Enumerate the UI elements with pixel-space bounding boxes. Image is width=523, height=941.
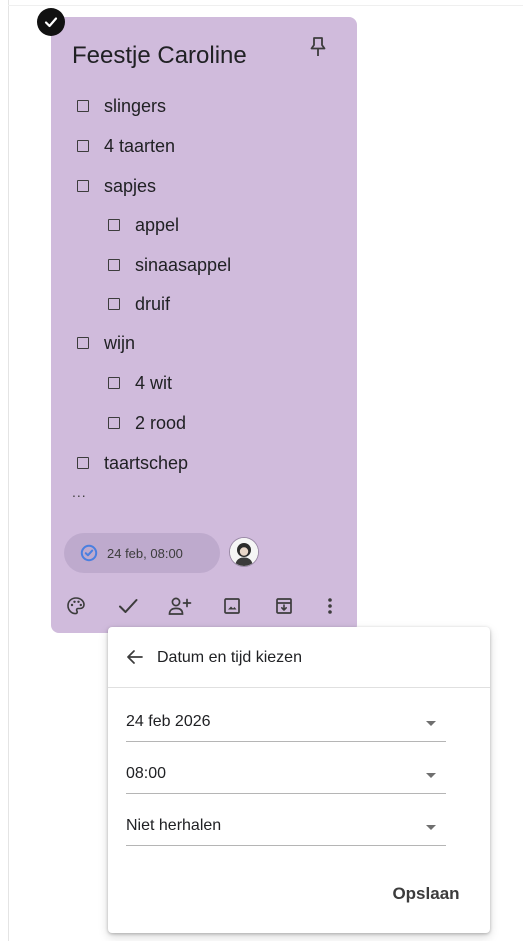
dropdown-arrow-icon: [426, 773, 436, 778]
dropdown-arrow-icon: [426, 825, 436, 830]
dialog-header: Datum en tijd kiezen: [108, 627, 490, 688]
checkbox[interactable]: [77, 180, 89, 192]
checkbox[interactable]: [77, 337, 89, 349]
list-item[interactable]: taartschep: [77, 451, 188, 475]
reminder-chip[interactable]: 24 feb, 08:00: [64, 533, 220, 573]
list-item[interactable]: 4 taarten: [77, 134, 175, 158]
list-item[interactable]: 4 wit: [108, 371, 172, 395]
reminder-clock-icon: [80, 544, 98, 562]
note-title[interactable]: Feestje Caroline: [72, 42, 247, 70]
checkmark-icon[interactable]: [116, 594, 140, 618]
list-item-label: druif: [135, 293, 171, 314]
pin-icon[interactable]: [307, 34, 329, 60]
repeat-select[interactable]: Niet herhalen: [126, 813, 446, 846]
image-icon[interactable]: [220, 594, 244, 618]
more-vert-icon[interactable]: [318, 594, 342, 618]
back-arrow-icon[interactable]: [125, 647, 145, 667]
select-note-checkmark-icon[interactable]: [37, 8, 65, 36]
list-item-label: 2 rood: [135, 412, 187, 433]
checkbox[interactable]: [108, 377, 120, 389]
time-select[interactable]: 08:00: [126, 761, 446, 794]
top-border: [8, 5, 523, 6]
checkbox[interactable]: [77, 140, 89, 152]
archive-icon[interactable]: [272, 594, 296, 618]
save-button[interactable]: Opslaan: [376, 877, 476, 911]
checkbox[interactable]: [108, 298, 120, 310]
list-item[interactable]: druif: [108, 292, 170, 316]
palette-icon[interactable]: [64, 594, 88, 618]
list-item-label: wijn: [104, 332, 136, 353]
date-select[interactable]: 24 feb 2026: [126, 709, 446, 742]
list-item[interactable]: sinaasappel: [108, 253, 231, 277]
add-collaborator-icon[interactable]: [168, 594, 192, 618]
list-item-label: taartschep: [104, 452, 189, 473]
list-item-label: 4 wit: [135, 372, 173, 393]
checkbox[interactable]: [108, 417, 120, 429]
checkbox[interactable]: [108, 259, 120, 271]
checkbox[interactable]: [77, 457, 89, 469]
list-item-label: sapjes: [104, 175, 157, 196]
checkbox[interactable]: [108, 219, 120, 231]
dropdown-arrow-icon: [426, 721, 436, 726]
date-value: 24 feb 2026: [126, 713, 211, 730]
list-item[interactable]: sapjes: [77, 174, 156, 198]
more-items-indicator: ...: [72, 484, 87, 500]
left-border: [8, 0, 9, 941]
list-item[interactable]: wijn: [77, 331, 135, 355]
list-item[interactable]: slingers: [77, 94, 166, 118]
date-time-picker-dialog: Datum en tijd kiezen 24 feb 2026 08:00 N…: [108, 627, 490, 933]
time-value: 08:00: [126, 765, 167, 782]
list-item[interactable]: 2 rood: [108, 411, 186, 435]
list-item-label: slingers: [104, 95, 167, 116]
list-item-label: appel: [135, 214, 180, 235]
dialog-title: Datum en tijd kiezen: [157, 649, 302, 666]
collaborator-avatar[interactable]: [230, 538, 258, 566]
reminder-text: 24 feb, 08:00: [107, 545, 183, 561]
list-item-label: sinaasappel: [135, 254, 232, 275]
repeat-value: Niet herhalen: [126, 817, 222, 834]
checkbox[interactable]: [77, 100, 89, 112]
list-item-label: 4 taarten: [104, 135, 176, 156]
list-item[interactable]: appel: [108, 213, 179, 237]
